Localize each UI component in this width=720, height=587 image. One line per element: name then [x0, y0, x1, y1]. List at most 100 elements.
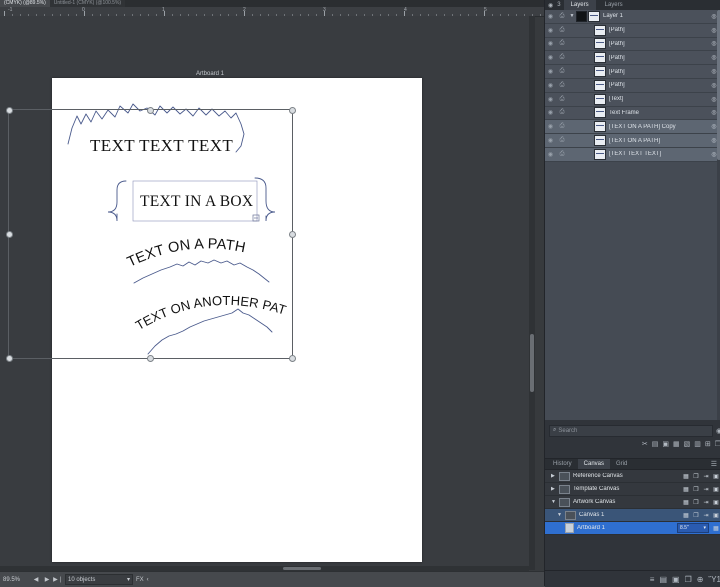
eye-icon[interactable]: ◉	[545, 82, 556, 89]
nav-prev-page-button[interactable]: ◀	[32, 576, 40, 584]
layer-row[interactable]: ◉ ⎙ [Path] ◎	[545, 51, 720, 66]
lock-icon[interactable]: ⎙	[556, 13, 568, 20]
search-input[interactable]: ⌕ Search	[549, 424, 713, 437]
canvas-checkbox[interactable]	[559, 471, 570, 481]
canvas-row[interactable]: ▶ Template Canvas ▦ ❐ ⇥ ▣	[545, 483, 720, 496]
layer-thumbnail[interactable]	[594, 79, 606, 91]
canvas-row-icon-2[interactable]: ⇥	[701, 473, 711, 480]
lock-icon[interactable]: ⎙	[556, 151, 568, 158]
lock-icon[interactable]: ⎙	[556, 109, 568, 116]
layer-thumbnail[interactable]	[594, 52, 606, 64]
layer-thumbnail[interactable]	[594, 121, 606, 133]
layers-footer-icon-1[interactable]: ▤	[652, 440, 659, 448]
nav-next-page-button[interactable]: ▶	[43, 576, 51, 584]
document-tab-0[interactable]: (CMYK) (@89.5%)	[0, 0, 50, 7]
layer-row[interactable]: ◉ ⎙ Text Frame ◎	[545, 106, 720, 121]
canvas-row-icon-0[interactable]: ▦	[681, 512, 691, 519]
lock-icon[interactable]: ⎙	[556, 96, 568, 103]
canvas-row-icon-1[interactable]: ❐	[691, 512, 701, 519]
layers-footer-icon-0[interactable]: ✂	[642, 440, 648, 448]
right-panel-footer-icon-2[interactable]: ▣	[672, 575, 680, 584]
canvas-row[interactable]: ▶ Reference Canvas ▦ ❐ ⇥ ▣	[545, 470, 720, 483]
eye-icon[interactable]: ◉	[545, 96, 556, 103]
canvas-row-icon-3[interactable]: ▣	[711, 486, 720, 493]
layer-row[interactable]: ◉ ⎙ [Path] ◎	[545, 37, 720, 52]
tab-canvas[interactable]: Canvas	[577, 459, 611, 469]
canvas-checkbox[interactable]	[565, 510, 576, 520]
expander-icon[interactable]: ▶	[551, 486, 559, 492]
fx-badge[interactable]: FX	[136, 577, 144, 583]
eye-icon[interactable]: ◉	[545, 109, 556, 116]
canvas-checkbox[interactable]	[559, 484, 570, 494]
right-panel-footer-icon-1[interactable]: ▤	[659, 575, 667, 584]
canvas-vertical-scrollbar[interactable]	[529, 16, 535, 570]
layer-row[interactable]: ◉ ⎙ [TEXT TEXT TEXT] ◎	[545, 147, 720, 162]
eye-icon[interactable]: ◉	[545, 137, 556, 144]
object-count-dropdown[interactable]: 10 objects ▾	[65, 574, 133, 585]
expander-icon[interactable]: ▶	[551, 473, 559, 479]
canvas-row-icon-2[interactable]: ⇥	[701, 512, 711, 519]
right-panel-footer-icon-4[interactable]: ⊕	[697, 575, 704, 584]
search-target-icon[interactable]: ◉	[713, 427, 720, 435]
layer-thumbnail[interactable]	[594, 93, 606, 105]
canvas-row-icon-3[interactable]: ▣	[711, 512, 720, 519]
tab-layers-secondary[interactable]: Layers	[598, 0, 630, 10]
lock-icon[interactable]: ⎙	[556, 68, 568, 75]
tab-history[interactable]: History	[547, 459, 578, 469]
canvas-row-icon-0[interactable]: ▦	[681, 486, 691, 493]
layers-footer-icon-7[interactable]: ❐	[715, 440, 720, 448]
tab-grid[interactable]: Grid	[610, 459, 633, 469]
right-panel-footer-icon-3[interactable]: ❐	[685, 575, 692, 584]
eye-icon[interactable]: ◉	[545, 27, 556, 34]
layer-thumbnail[interactable]	[594, 38, 606, 50]
layer-row[interactable]: ◉ ⎙ [TEXT ON A PATH] Copy ◎	[545, 120, 720, 135]
layer-thumbnail[interactable]	[594, 66, 606, 78]
right-panel-footer-icon-0[interactable]: ≡	[650, 575, 655, 584]
eye-icon[interactable]: ◉	[545, 40, 556, 47]
canvas-row-icon-2[interactable]: ⇥	[701, 499, 711, 506]
layers-footer-icon-6[interactable]: ⊞	[705, 440, 711, 448]
chevron-down-icon[interactable]: ▼	[568, 13, 576, 19]
nav-last-page-button[interactable]: ▶❘	[53, 576, 63, 584]
layer-color-swatch[interactable]	[576, 10, 587, 22]
layer-row[interactable]: ◉ ⎙ [Path] ◎	[545, 23, 720, 38]
layer-row[interactable]: ◉ ⎙ [Path] ◎	[545, 65, 720, 79]
eye-icon[interactable]: ◉	[545, 123, 556, 130]
canvas-row[interactable]: ▼ Canvas 1 ▦ ❐ ⇥ ▣	[545, 509, 720, 522]
layers-footer-icon-4[interactable]: ▧	[684, 440, 691, 448]
canvas-workspace[interactable]: Artboard 1 TEXT TEXT TEXT TEXT IN A BOX	[0, 16, 535, 570]
layer-row[interactable]: ◉ ⎙ [Text] ◎	[545, 92, 720, 107]
layer-thumbnail[interactable]	[594, 135, 606, 147]
layer-row[interactable]: ◉ ⎙ [Path] ◎	[545, 78, 720, 93]
lock-icon[interactable]: ⎙	[556, 54, 568, 61]
canvas-row[interactable]: Artboard 1 8.5" ▾ ▦	[545, 522, 720, 535]
tab-layers-primary[interactable]: Layers	[563, 0, 596, 10]
layer-thumbnail[interactable]	[594, 24, 606, 36]
canvas-row-icon-2[interactable]: ⇥	[701, 486, 711, 493]
lock-icon[interactable]: ⎙	[556, 82, 568, 89]
canvas-vertical-scroll-thumb[interactable]	[530, 334, 534, 392]
lock-icon[interactable]: ⎙	[556, 123, 568, 130]
layers-list[interactable]: ◉ ⎙ ▼ Layer 1 ◎ ◉ ⎙ [Path] ◎ ◉ ⎙ [Path] ◎ ◉ ⎙ [Path] ◎ ◉ ⎙…	[545, 10, 720, 420]
canvas-checkbox[interactable]	[559, 497, 570, 507]
expander-icon[interactable]: ▼	[551, 499, 559, 505]
layer-thumbnail[interactable]	[588, 10, 600, 22]
zoom-level-value[interactable]: 89.5%	[3, 577, 29, 583]
eye-icon[interactable]: ◉	[545, 54, 556, 61]
canvas-row-icon-0[interactable]: ▦	[681, 499, 691, 506]
eye-icon[interactable]: ◉	[545, 151, 556, 158]
layers-footer-icon-5[interactable]: ▥	[694, 440, 701, 448]
layers-footer-icon-2[interactable]: ▣	[662, 440, 669, 448]
canvas-row-icon-grid[interactable]: ▦	[711, 525, 720, 532]
eye-icon[interactable]: ◉	[545, 13, 556, 20]
artboard-icon[interactable]	[565, 523, 574, 533]
lock-icon[interactable]: ⎙	[556, 137, 568, 144]
canvas-row-icon-1[interactable]: ❐	[691, 486, 701, 493]
expander-icon[interactable]: ▼	[557, 512, 565, 518]
canvas-row-icon-1[interactable]: ❐	[691, 499, 701, 506]
layer-thumbnail[interactable]	[594, 107, 606, 119]
layer-thumbnail[interactable]	[594, 148, 606, 160]
document-tab-1[interactable]: Untitled-1 (CMYK) (@100.5%)	[49, 0, 126, 7]
panel-menu-icon[interactable]: ☰	[711, 460, 720, 468]
collapse-chevron-icon[interactable]: ‹	[147, 577, 149, 583]
